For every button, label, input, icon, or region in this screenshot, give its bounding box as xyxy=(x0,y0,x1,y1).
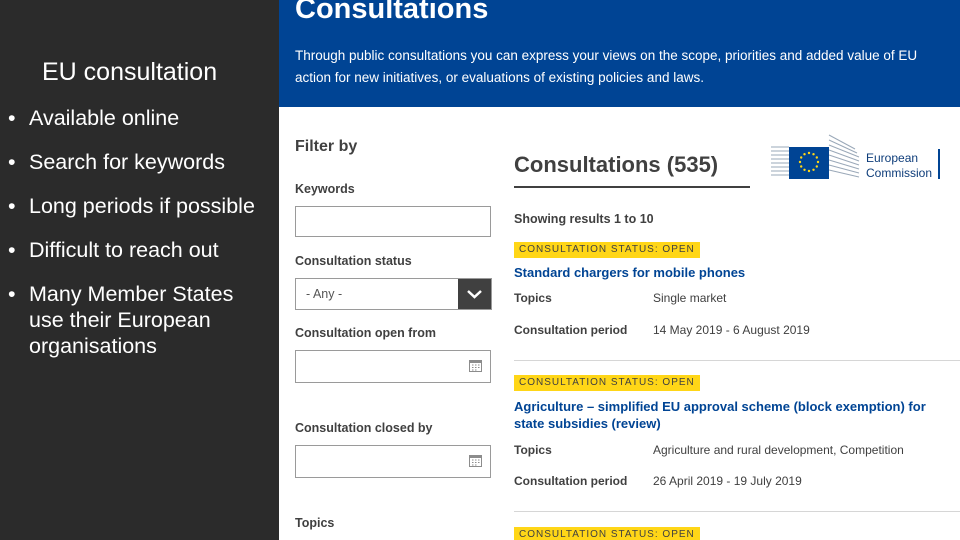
logo-text-line: European xyxy=(866,151,919,165)
page-intro: Through public consultations you can exp… xyxy=(295,48,918,85)
ec-building-logo-icon xyxy=(771,134,860,179)
topics-label: Topics xyxy=(514,443,552,457)
bullet-item: Search for keywords xyxy=(8,149,273,175)
website-screenshot: Consultations Through public consultatio… xyxy=(279,0,960,540)
keywords-input[interactable] xyxy=(295,206,491,237)
logo-text: European Commission xyxy=(866,151,932,181)
result-divider xyxy=(514,511,960,512)
status-badge: CONSULTATION STATUS: OPEN xyxy=(514,242,700,258)
results-title: Consultations (535) xyxy=(514,152,719,177)
bullet-item: Difficult to reach out xyxy=(8,237,273,263)
bullet-item: Long periods if possible xyxy=(8,193,273,219)
logo-bar xyxy=(938,149,940,179)
period-value: 26 April 2019 - 19 July 2019 xyxy=(653,474,802,488)
consultation-title-link[interactable]: Agriculture – simplified EU approval sch… xyxy=(514,398,954,432)
chevron-down-icon xyxy=(467,290,482,299)
period-label: Consultation period xyxy=(514,474,628,488)
result-divider xyxy=(514,360,960,361)
period-label: Consultation period xyxy=(514,323,628,337)
status-select[interactable]: - Any - xyxy=(295,278,492,310)
topics-filter-label: Topics xyxy=(295,516,335,530)
keywords-label: Keywords xyxy=(295,182,355,196)
slide-panel: EU consultation Available online Search … xyxy=(0,0,279,540)
closed-by-date-input[interactable] xyxy=(295,445,491,478)
slide-title: EU consultation xyxy=(42,58,218,86)
bullet-list: Available online Search for keywords Lon… xyxy=(8,105,273,377)
bullet-item: Many Member States use their European or… xyxy=(8,281,273,359)
topics-value: Agriculture and rural development, Compe… xyxy=(653,443,904,457)
status-select-toggle[interactable] xyxy=(458,279,491,309)
calendar-icon[interactable] xyxy=(469,359,482,372)
logo-text-line: Commission xyxy=(866,166,933,180)
status-badge: CONSULTATION STATUS: OPEN xyxy=(514,375,700,391)
topics-label: Topics xyxy=(514,291,552,305)
closed-by-label: Consultation closed by xyxy=(295,421,433,435)
page-header: Consultations Through public consultatio… xyxy=(279,0,960,107)
status-label: Consultation status xyxy=(295,254,412,268)
status-badge: CONSULTATION STATUS: OPEN xyxy=(514,527,700,540)
open-from-label: Consultation open from xyxy=(295,326,436,340)
period-value: 14 May 2019 - 6 August 2019 xyxy=(653,323,810,337)
results-title-underline xyxy=(514,186,750,188)
topics-value: Single market xyxy=(653,291,727,305)
calendar-icon[interactable] xyxy=(469,454,482,467)
open-from-date-input[interactable] xyxy=(295,350,491,383)
status-select-value: - Any - xyxy=(306,287,343,301)
consultation-title-link[interactable]: Standard chargers for mobile phones xyxy=(514,264,954,281)
european-commission-logo: European Commission xyxy=(771,127,947,183)
filter-title: Filter by xyxy=(295,138,358,155)
results-count: Showing results 1 to 10 xyxy=(514,212,654,226)
bullet-item: Available online xyxy=(8,105,273,131)
page-title: Consultations xyxy=(295,0,489,25)
